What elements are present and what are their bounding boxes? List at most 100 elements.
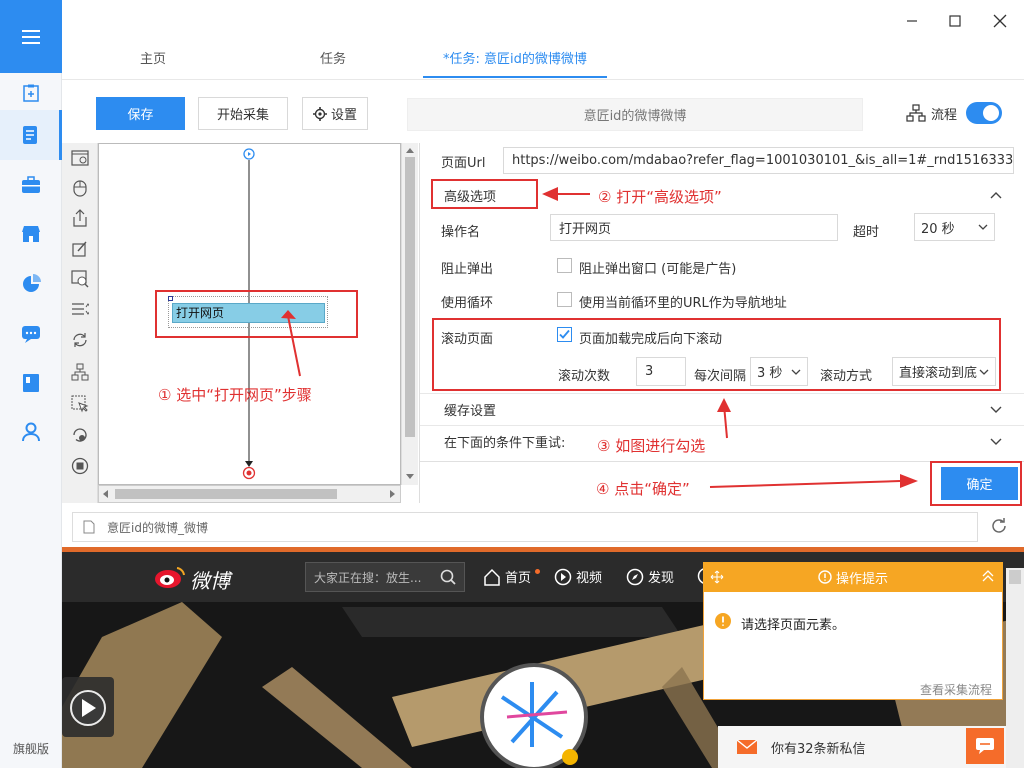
browser-address-bar[interactable]: 意匠id的微博_微博 xyxy=(72,512,978,542)
weibo-nav-home-label: 首页 xyxy=(505,571,532,586)
weibo-search-input[interactable]: 大家正在搜：放生... xyxy=(305,562,465,592)
close-icon[interactable] xyxy=(985,8,1015,34)
loop-label: 使用循环 xyxy=(441,296,494,311)
tab-current-task[interactable]: *任务: 意匠id的微博微博 xyxy=(423,40,607,80)
recognize-captcha-tool-icon[interactable] xyxy=(68,267,92,291)
chat-button[interactable] xyxy=(966,728,1004,764)
start-collect-button[interactable]: 开始采集 xyxy=(198,97,288,130)
collapse-icon[interactable] xyxy=(982,570,994,586)
confirm-button[interactable]: 确定 xyxy=(941,467,1018,500)
flow-icon xyxy=(906,104,926,126)
sidebar-chart-icon[interactable] xyxy=(0,259,62,309)
menu-icon[interactable] xyxy=(0,0,62,73)
private-message-text: 你有32条新私信 xyxy=(771,741,866,757)
annotation-step-3: ③ 如图进行勾选 xyxy=(597,437,706,455)
annotation-step-1: ① 选中“打开网页”步骤 xyxy=(158,386,312,404)
refresh-tool-icon[interactable] xyxy=(68,423,92,447)
weibo-nav-discover[interactable]: 发现 xyxy=(626,567,674,586)
input-text-tool-icon[interactable] xyxy=(68,237,92,261)
compass-icon xyxy=(626,568,644,585)
annotation-box-step xyxy=(155,290,358,338)
chevron-down-icon xyxy=(978,224,988,230)
gear-icon xyxy=(312,106,327,121)
sidebar-toolbox-icon[interactable] xyxy=(0,160,62,210)
op-name-label: 操作名 xyxy=(441,225,481,240)
weibo-search-placeholder: 大家正在搜：放生... xyxy=(314,570,422,585)
block-popup-label: 阻止弹出 xyxy=(441,262,494,277)
sidebar-user-icon[interactable] xyxy=(0,407,62,457)
extract-tool-icon[interactable] xyxy=(68,206,92,230)
chat-icon xyxy=(976,738,994,754)
weibo-nav-discover-label: 发现 xyxy=(648,571,675,586)
operation-tip-title: 操作提示 xyxy=(835,571,888,587)
cache-settings-label: 缓存设置 xyxy=(444,404,497,419)
annotation-step-2: ② 打开“高级选项” xyxy=(598,188,722,206)
chevron-down-icon xyxy=(990,406,1002,413)
video-icon xyxy=(554,568,572,585)
refresh-icon[interactable] xyxy=(990,517,1008,539)
browser-scrollbar[interactable] xyxy=(1006,568,1024,768)
op-name-input[interactable]: 打开网页 xyxy=(550,214,838,241)
tab-separator xyxy=(62,79,1024,80)
operation-tip-message: 请选择页面元素。 xyxy=(741,618,846,633)
address-text: 意匠id的微博_微博 xyxy=(107,520,208,535)
open-page-tool-icon[interactable] xyxy=(68,146,92,170)
move-icon[interactable] xyxy=(710,570,724,588)
retry-label: 在下面的条件下重试: xyxy=(444,436,566,451)
tab-underline xyxy=(423,76,607,78)
tab-home[interactable]: 主页 xyxy=(120,40,186,80)
stop-tool-icon[interactable] xyxy=(68,454,92,478)
sidebar-tasks-icon[interactable] xyxy=(0,110,62,160)
click-tool-icon[interactable] xyxy=(68,176,92,200)
canvas-horizontal-scrollbar[interactable] xyxy=(98,485,401,503)
tab-tasks[interactable]: 任务 xyxy=(300,40,366,80)
block-popup-checkbox[interactable] xyxy=(557,258,572,273)
warning-icon xyxy=(715,613,731,633)
weibo-nav-video-label: 视频 xyxy=(576,571,603,586)
save-button[interactable]: 保存 xyxy=(96,97,185,130)
weibo-logo-icon[interactable] xyxy=(153,564,187,594)
url-label: 页面Url xyxy=(441,156,486,171)
mail-icon xyxy=(737,740,757,754)
cache-settings-header[interactable]: 缓存设置 xyxy=(420,393,1024,425)
loop-checkbox[interactable] xyxy=(557,292,572,307)
timeout-select[interactable]: 20 秒 xyxy=(914,213,995,241)
private-message-bar[interactable]: 你有32条新私信 xyxy=(718,726,1006,768)
annotation-box-scroll xyxy=(432,318,1001,391)
info-icon xyxy=(818,570,832,584)
settings-button[interactable]: 设置 xyxy=(302,97,368,130)
switch-dropdown-tool-icon[interactable] xyxy=(68,297,92,321)
loop-text: 使用当前循环里的URL作为导航地址 xyxy=(579,296,787,311)
loop-tool-icon[interactable] xyxy=(68,328,92,352)
retry-header[interactable]: 在下面的条件下重试: xyxy=(420,425,1024,457)
weibo-logo-text: 微博 xyxy=(190,569,230,593)
edition-label: 旗舰版 xyxy=(12,742,49,756)
search-icon xyxy=(440,569,456,585)
weibo-nav-home[interactable]: 首页 xyxy=(483,567,541,586)
home-icon xyxy=(484,568,500,586)
annotation-box-advanced xyxy=(431,179,538,209)
url-input[interactable]: https://weibo.com/mdabao?refer_flag=1001… xyxy=(503,147,1014,174)
minimize-icon[interactable] xyxy=(897,8,927,34)
chevron-up-icon xyxy=(990,192,1002,199)
maximize-icon[interactable] xyxy=(940,8,970,34)
vscroll-thumb[interactable] xyxy=(405,157,415,437)
settings-label: 设置 xyxy=(330,108,357,123)
block-popup-text: 阻止弹出窗口 (可能是广告) xyxy=(579,262,737,277)
branch-tool-icon[interactable] xyxy=(68,360,92,384)
canvas-vertical-scrollbar[interactable] xyxy=(401,143,418,485)
hscroll-thumb[interactable] xyxy=(115,489,337,499)
sidebar-store-icon[interactable] xyxy=(0,209,62,259)
browser-scroll-thumb[interactable] xyxy=(1009,570,1021,584)
timeout-value: 20 秒 xyxy=(921,221,955,237)
sidebar-message-icon[interactable] xyxy=(0,309,62,359)
operation-tip-header[interactable]: 操作提示 xyxy=(703,562,1003,592)
page-icon xyxy=(83,520,95,534)
view-flow-link[interactable]: 查看采集流程 xyxy=(920,681,992,698)
weibo-nav-video[interactable]: 视频 xyxy=(554,567,602,586)
chevron-down-icon xyxy=(990,438,1002,445)
mouse-hover-tool-icon[interactable] xyxy=(68,392,92,416)
flow-toggle[interactable] xyxy=(966,102,1002,124)
task-name-field[interactable]: 意匠id的微博微博 xyxy=(407,98,863,131)
sidebar-book-icon[interactable] xyxy=(0,358,62,408)
